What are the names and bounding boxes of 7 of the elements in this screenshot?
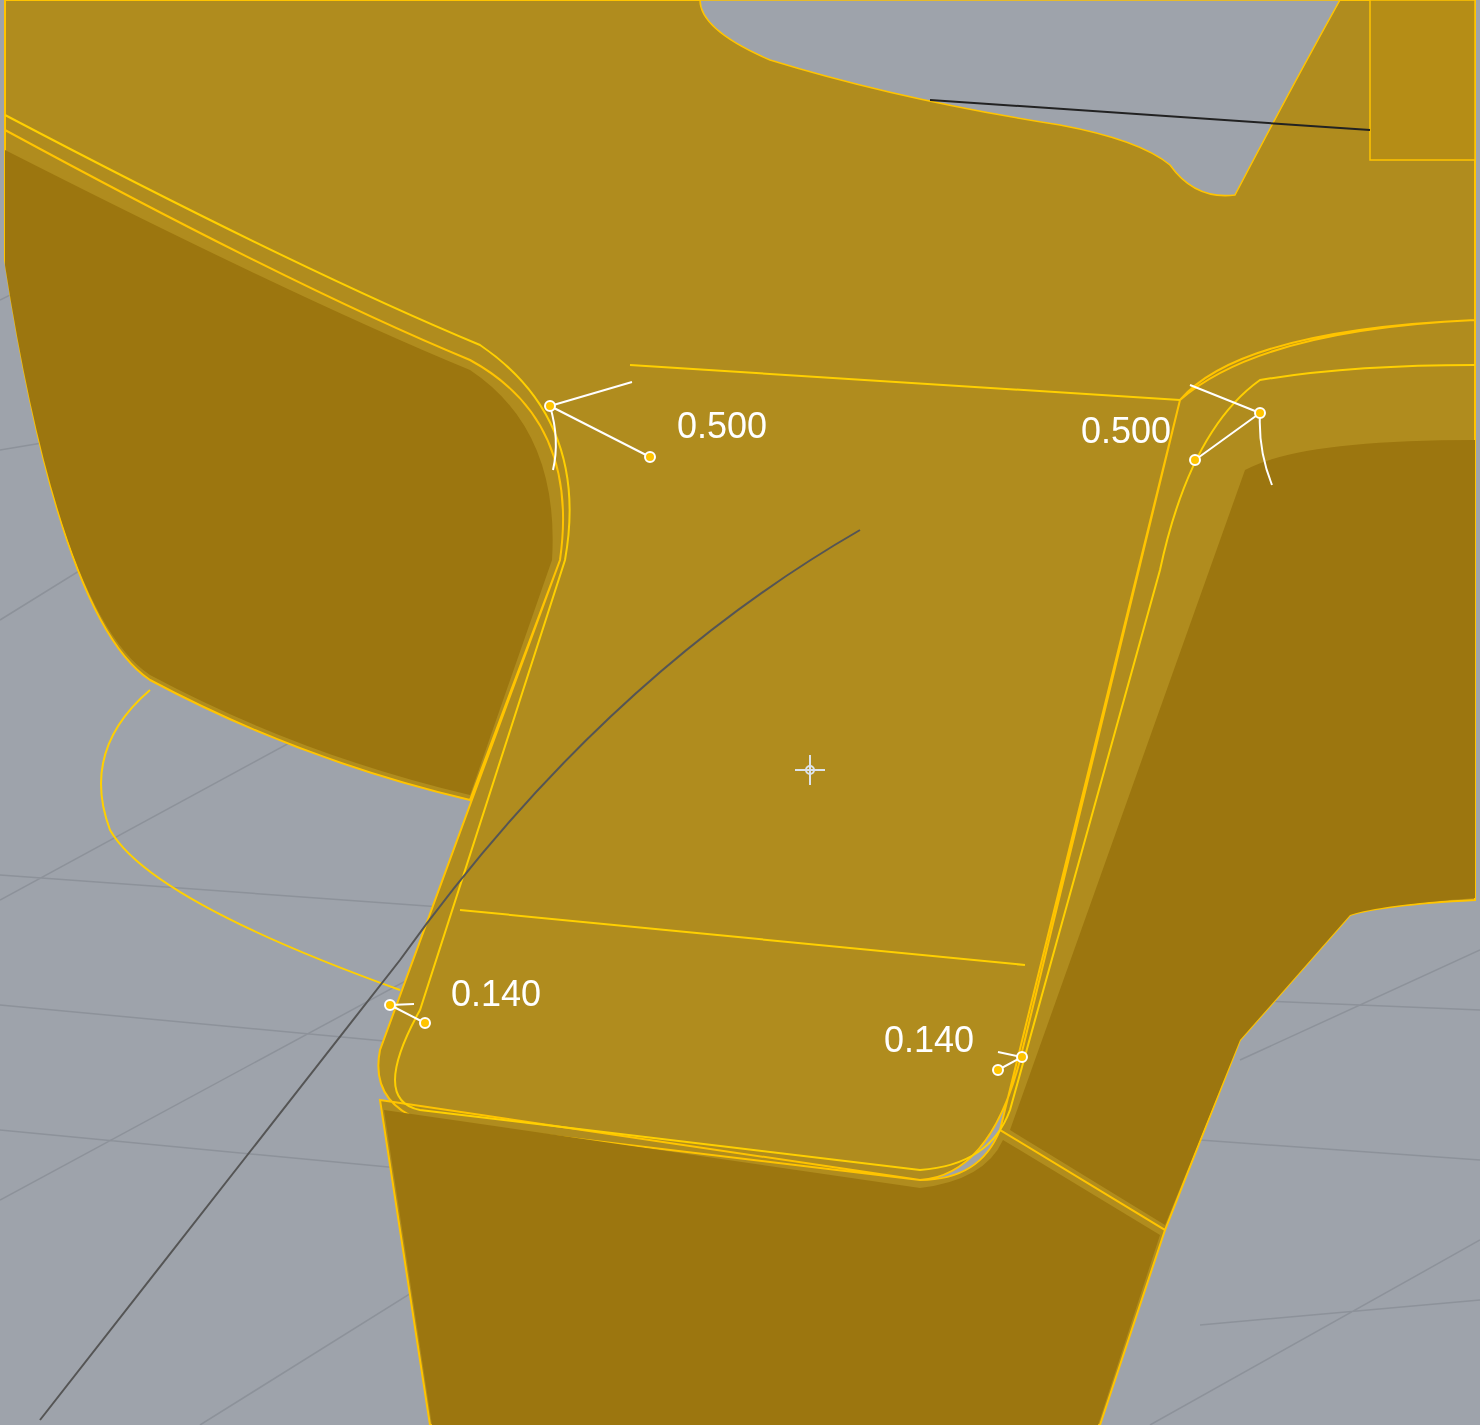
crosshair-icon	[794, 754, 826, 786]
radius-label: 0.140	[451, 976, 542, 1012]
radius-label: 0.140	[884, 1022, 975, 1058]
radius-handle-drawing	[384, 999, 431, 1029]
radius-label: 0.500	[1081, 413, 1172, 449]
radius-handle-drawing	[992, 1051, 1028, 1076]
radius-label: 0.500	[677, 408, 768, 444]
